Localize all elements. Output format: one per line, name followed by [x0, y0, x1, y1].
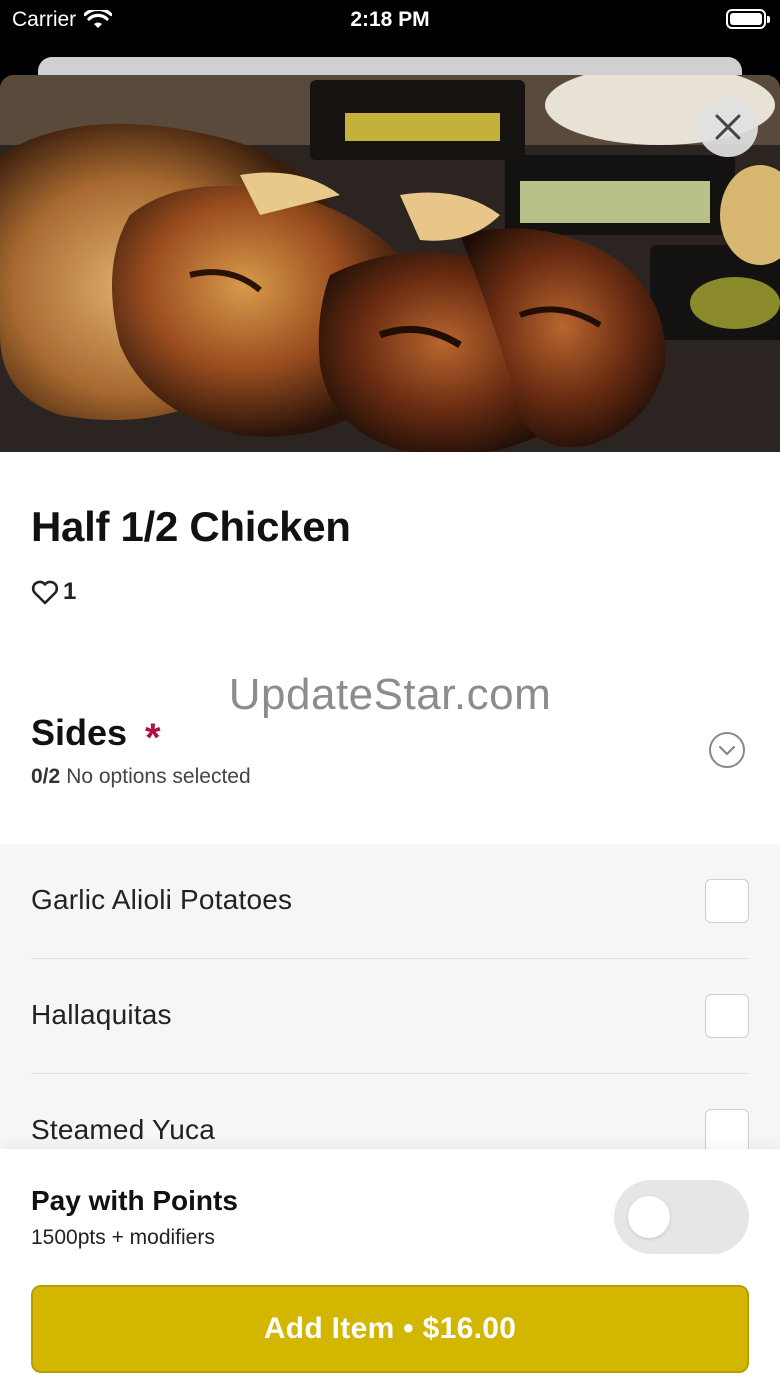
sides-options-list: Garlic Alioli Potatoes Hallaquitas Steam… — [0, 844, 780, 1189]
option-label: Steamed Yuca — [31, 1114, 216, 1145]
required-indicator: * — [145, 716, 161, 760]
option-checkbox[interactable] — [705, 994, 749, 1038]
roast-chicken-image — [0, 75, 780, 452]
option-checkbox[interactable] — [705, 1109, 749, 1153]
option-row[interactable]: Hallaquitas — [31, 959, 749, 1074]
like-button[interactable]: 1 — [31, 578, 76, 606]
pay-with-points-subtitle: 1500pts + modifiers — [31, 1226, 215, 1249]
option-label: Hallaquitas — [31, 999, 172, 1030]
sides-label: Sides — [31, 712, 128, 753]
pay-with-points-title: Pay with Points — [31, 1185, 238, 1216]
hero-image — [0, 75, 780, 452]
close-icon — [715, 114, 741, 140]
add-item-button[interactable]: Add Item • $16.00 — [31, 1285, 749, 1373]
option-row[interactable]: Garlic Alioli Potatoes — [31, 844, 749, 959]
battery-icon — [726, 9, 770, 29]
pay-with-points-toggle[interactable] — [614, 1180, 749, 1254]
sides-selection-status: 0/2 No options selected — [31, 765, 251, 789]
collapse-sides-button[interactable] — [708, 731, 746, 769]
option-label: Garlic Alioli Potatoes — [31, 884, 293, 915]
chevron-down-icon — [709, 732, 745, 768]
section-title-sides: Sides * — [31, 710, 161, 760]
like-count: 1 — [63, 578, 77, 605]
clock: 2:18 PM — [350, 8, 430, 31]
toggle-knob — [628, 1196, 670, 1238]
close-button[interactable] — [698, 97, 758, 157]
heart-icon — [31, 580, 59, 605]
item-detail-sheet: Half 1/2 Chicken 1 UpdateStar.com Sides *… — [0, 75, 780, 1387]
status-bar: Carrier 2:18 PM — [0, 0, 780, 40]
selection-status-text: No options selected — [66, 765, 251, 788]
checkout-footer: Pay with Points 1500pts + modifiers Add … — [0, 1149, 780, 1387]
option-checkbox[interactable] — [705, 879, 749, 923]
product-title: Half 1/2 Chicken — [31, 503, 351, 550]
selection-count: 0/2 — [31, 765, 61, 788]
